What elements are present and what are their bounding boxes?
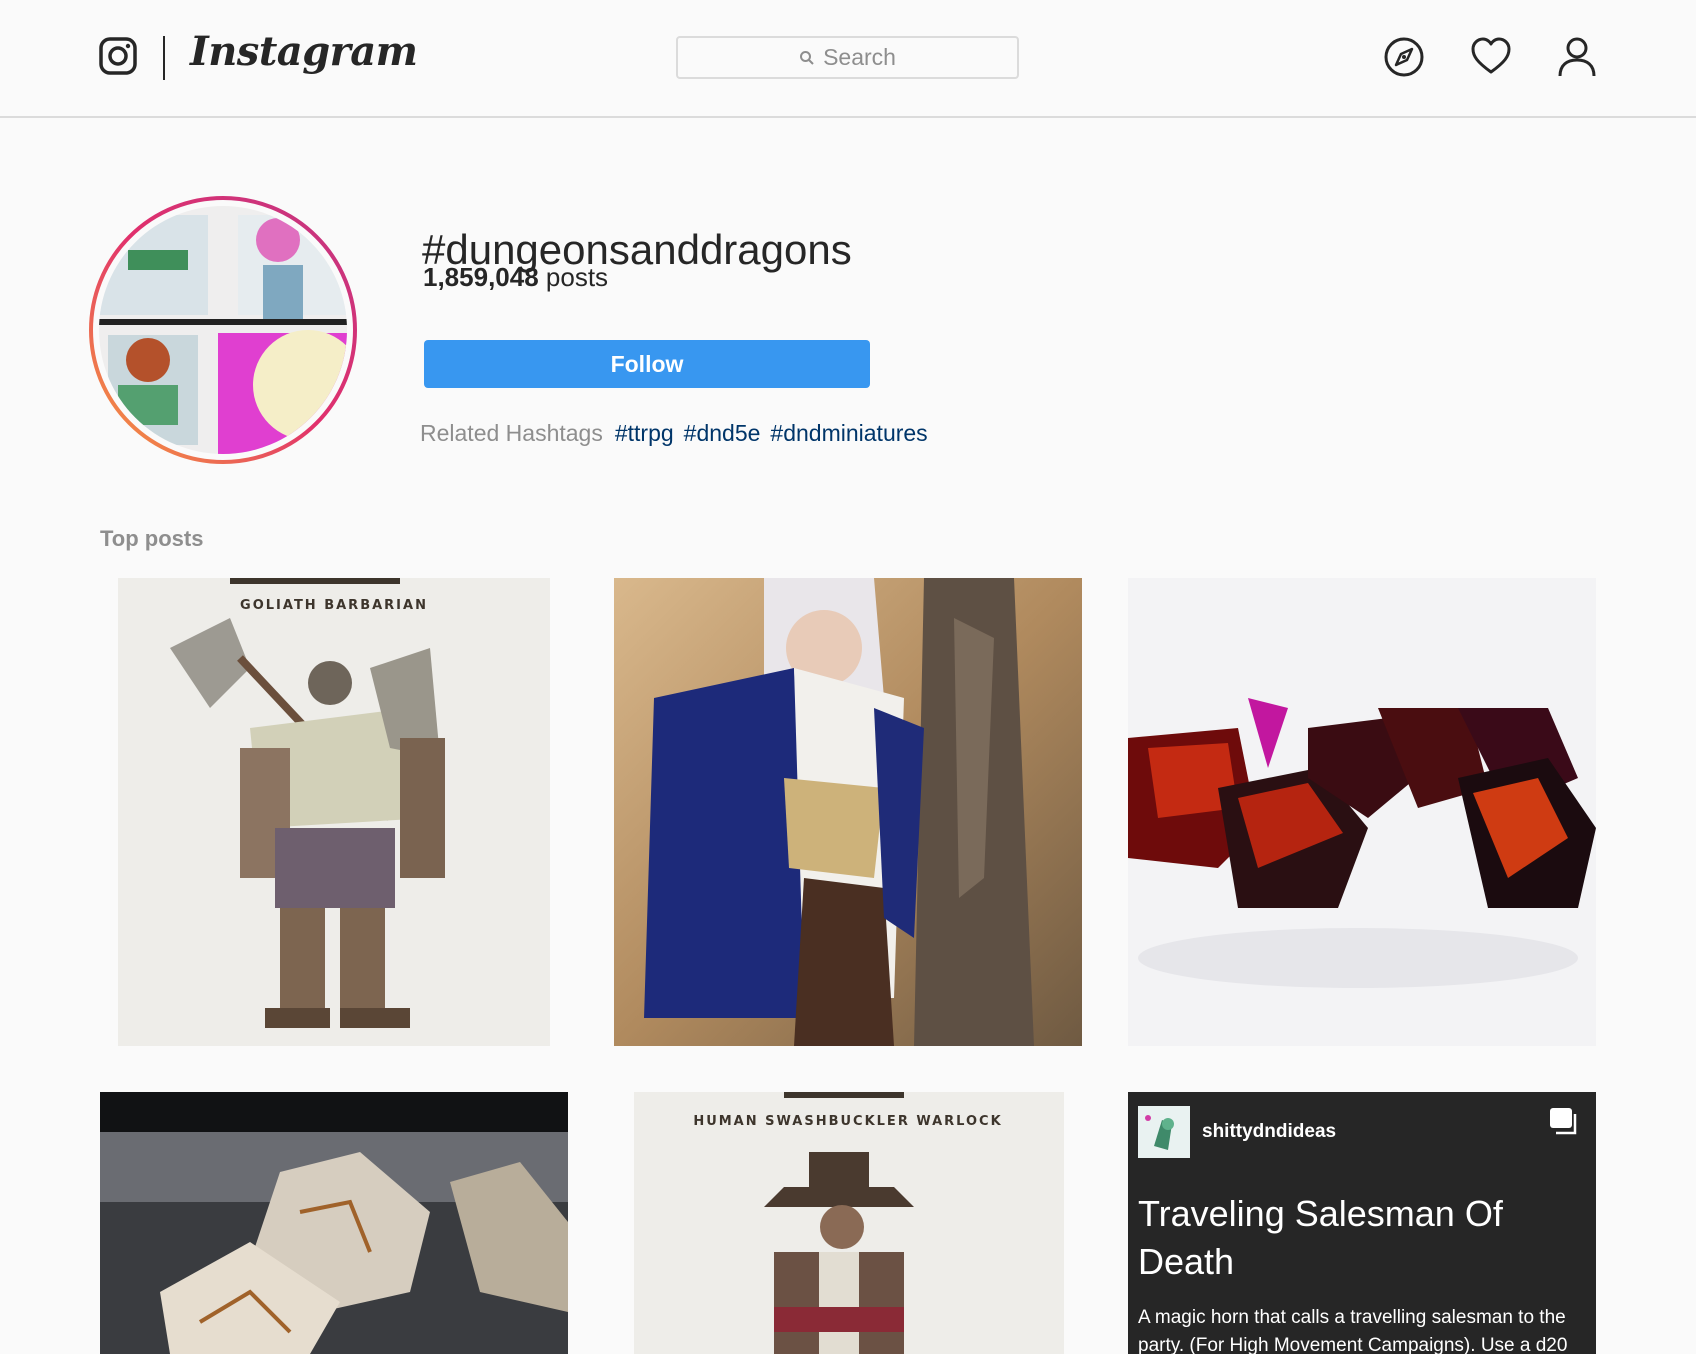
top-navigation-bar: Instagram Search <box>0 0 1696 118</box>
multiple-images-icon <box>1550 1108 1577 1135</box>
search-input[interactable]: Search <box>676 36 1019 79</box>
related-hashtag-link[interactable]: #dnd5e <box>684 420 761 447</box>
red-dice-photo <box>1128 578 1596 1046</box>
hashtag-avatar <box>89 196 357 464</box>
instagram-wordmark[interactable]: Instagram <box>190 28 418 75</box>
dragon-avatar <box>1138 1106 1190 1158</box>
search-placeholder: Search <box>823 44 896 70</box>
post-caption: GOLIATH BARBARIAN <box>240 598 428 613</box>
related-hashtag-link[interactable]: #ttrpg <box>615 420 674 447</box>
related-hashtags: Related Hashtags #ttrpg #dnd5e #dndminia… <box>420 420 928 447</box>
post-thumbnail[interactable]: shittydndideas Traveling Salesman Of Dea… <box>1128 1092 1596 1354</box>
search-icon <box>800 50 814 65</box>
post-count-suffix: posts <box>545 262 609 292</box>
post-thumbnail[interactable] <box>100 1092 568 1354</box>
logo-divider <box>163 36 165 80</box>
warlock-illustration <box>614 1092 1082 1354</box>
follow-button[interactable]: Follow <box>424 340 870 388</box>
post-count: 1,859,048 posts <box>423 262 608 293</box>
clear-dice-photo <box>100 1092 568 1354</box>
post-thumbnail[interactable]: HUMAN SWASHBUCKLER WARLOCK <box>614 1092 1082 1354</box>
barbarian-illustration <box>100 578 568 1046</box>
post-title: Traveling Salesman Of Death <box>1138 1193 1503 1282</box>
post-author: shittydndideas <box>1138 1106 1336 1158</box>
related-hashtags-label: Related Hashtags <box>420 420 603 446</box>
related-hashtag-link[interactable]: #dndminiatures <box>770 420 927 447</box>
user-icon[interactable] <box>1555 35 1599 79</box>
compass-icon[interactable] <box>1382 35 1426 79</box>
post-count-number: 1,859,048 <box>423 262 539 292</box>
heart-icon[interactable] <box>1469 35 1513 79</box>
post-caption: HUMAN SWASHBUCKLER WARLOCK <box>693 1114 1003 1129</box>
instagram-glyph-icon[interactable] <box>98 36 138 76</box>
post-text: A magic horn that calls a travelling sal… <box>1138 1307 1568 1354</box>
post-thumbnail[interactable] <box>1128 578 1596 1046</box>
post-username: shittydndideas <box>1202 1121 1337 1142</box>
top-posts-heading: Top posts <box>100 526 204 551</box>
cosplay-photo <box>614 578 1082 1046</box>
post-thumbnail[interactable]: GOLIATH BARBARIAN <box>100 578 568 1046</box>
post-thumbnail[interactable] <box>614 578 1082 1046</box>
